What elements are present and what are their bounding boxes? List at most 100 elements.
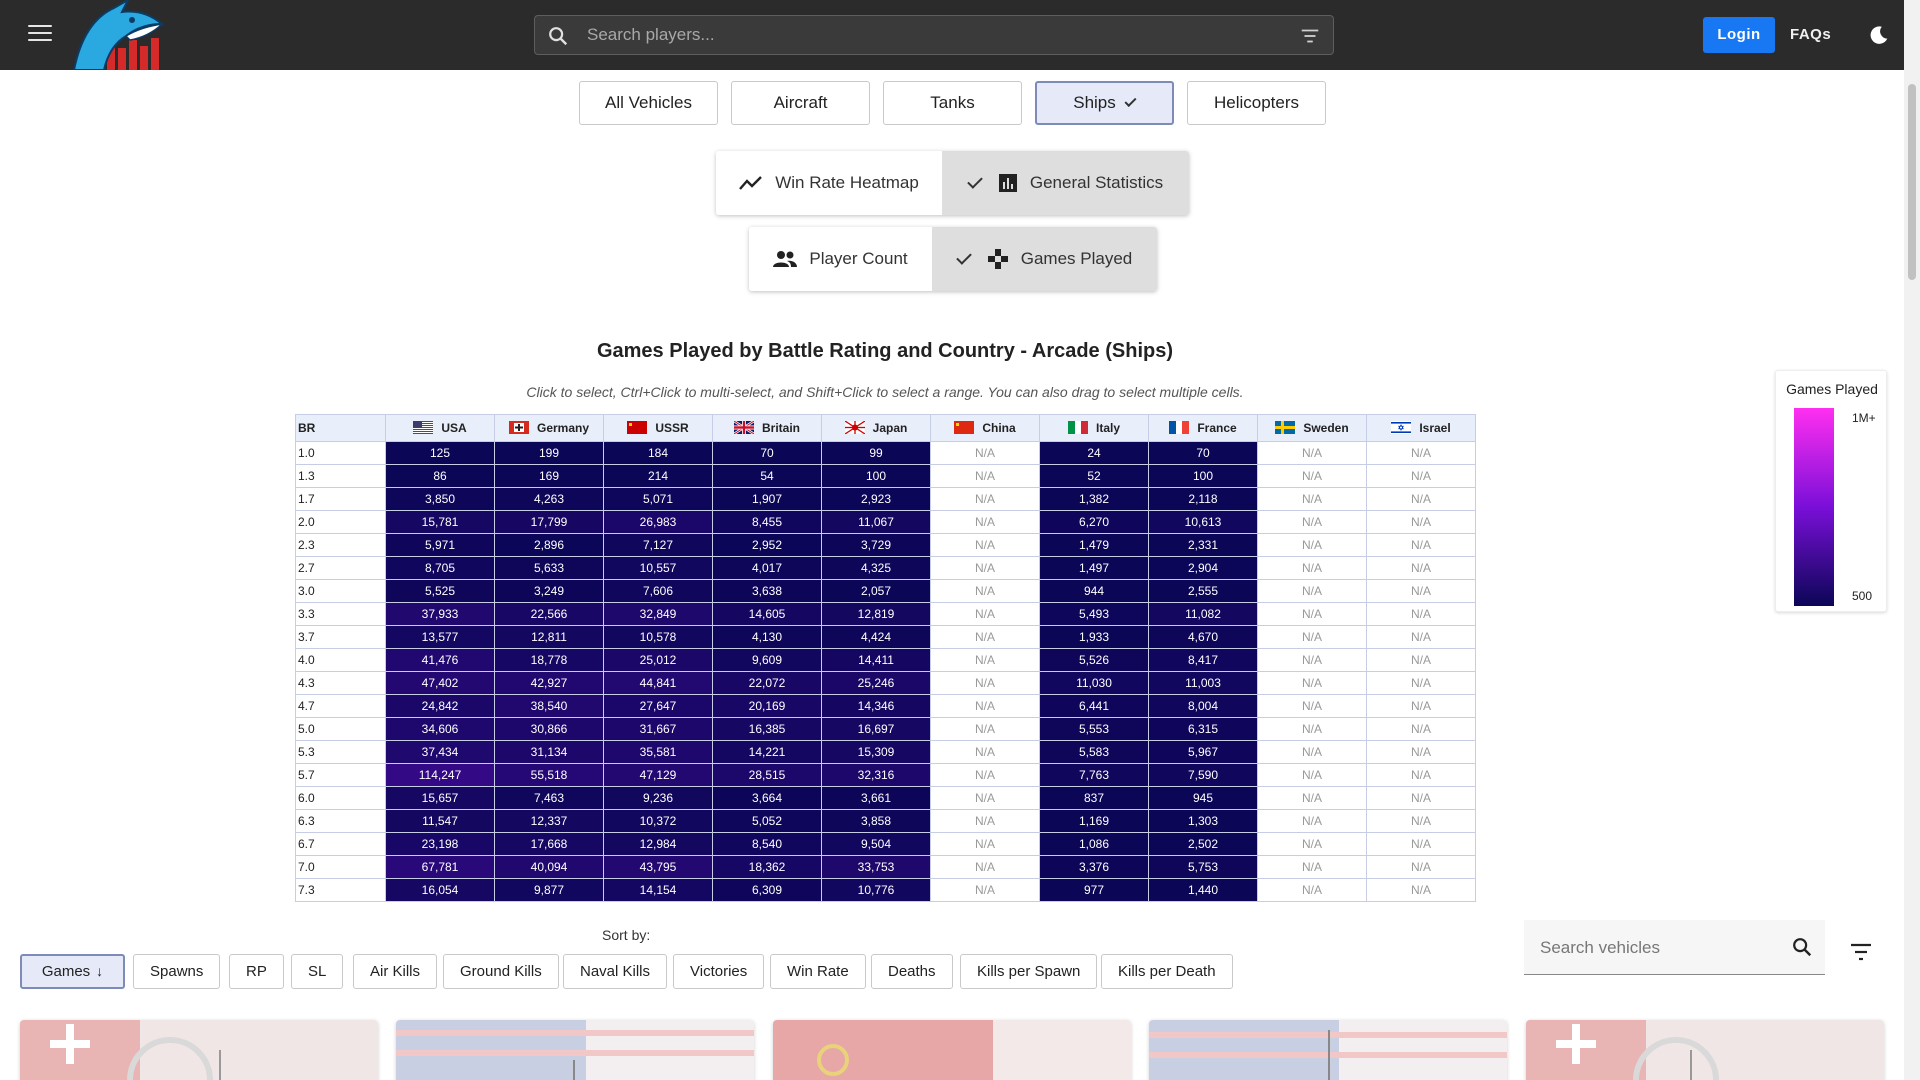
heatmap-cell[interactable]: 5,971 [385,533,495,557]
country-header-italy[interactable]: Italy [1039,414,1149,442]
heatmap-cell[interactable]: 10,776 [821,878,931,902]
heatmap-cell[interactable]: 28,515 [712,763,822,787]
win-rate-heatmap-toggle[interactable]: Win Rate Heatmap [716,151,942,215]
heatmap-cell[interactable]: 37,434 [385,740,495,764]
heatmap-cell[interactable]: N/A [930,441,1040,465]
heatmap-cell[interactable]: N/A [1366,602,1476,626]
heatmap-cell[interactable]: N/A [1257,786,1367,810]
heatmap-cell[interactable]: 10,557 [603,556,713,580]
heatmap-cell[interactable]: 54 [712,464,822,488]
heatmap-cell[interactable]: 1,086 [1039,832,1149,856]
heatmap-cell[interactable]: 16,697 [821,717,931,741]
sort-rp-button[interactable]: RP [229,954,284,989]
heatmap-cell[interactable]: 5,052 [712,809,822,833]
tab-all-vehicles[interactable]: All Vehicles [579,81,718,125]
vehicle-search-input[interactable]: Search vehicles [1540,920,1660,975]
heatmap-cell[interactable]: 55,518 [494,763,604,787]
heatmap-cell[interactable]: 9,236 [603,786,713,810]
heatmap-cell[interactable]: N/A [930,717,1040,741]
heatmap-cell[interactable]: 7,763 [1039,763,1149,787]
sort-kills-per-death-button[interactable]: Kills per Death [1101,954,1233,989]
tab-ships[interactable]: Ships [1035,81,1174,125]
heatmap-cell[interactable]: 1,497 [1039,556,1149,580]
heatmap-cell[interactable]: N/A [1257,763,1367,787]
heatmap-cell[interactable]: N/A [1257,809,1367,833]
heatmap-cell[interactable]: 47,402 [385,671,495,695]
heatmap-cell[interactable]: N/A [1366,579,1476,603]
heatmap-cell[interactable]: 11,003 [1148,671,1258,695]
heatmap-cell[interactable]: 4,130 [712,625,822,649]
tab-helicopters[interactable]: Helicopters [1187,81,1326,125]
heatmap-cell[interactable]: N/A [1366,556,1476,580]
sort-win-rate-button[interactable]: Win Rate [770,954,866,989]
heatmap-cell[interactable]: 944 [1039,579,1149,603]
heatmap-cell[interactable]: N/A [1257,648,1367,672]
heatmap-cell[interactable]: 25,246 [821,671,931,695]
heatmap-cell[interactable]: 1,479 [1039,533,1149,557]
heatmap-cell[interactable]: 17,799 [494,510,604,534]
heatmap-cell[interactable]: 11,030 [1039,671,1149,695]
heatmap-cell[interactable]: 5,493 [1039,602,1149,626]
heatmap-cell[interactable]: 3,638 [712,579,822,603]
heatmap-cell[interactable]: 14,346 [821,694,931,718]
heatmap-cell[interactable]: 8,705 [385,556,495,580]
heatmap-cell[interactable]: 2,118 [1148,487,1258,511]
country-header-israel[interactable]: Israel [1366,414,1476,442]
heatmap-cell[interactable]: N/A [1366,832,1476,856]
heatmap-cell[interactable]: 5,583 [1039,740,1149,764]
heatmap-cell[interactable]: N/A [930,832,1040,856]
heatmap-cell[interactable]: 25,012 [603,648,713,672]
heatmap-cell[interactable]: 17,668 [494,832,604,856]
heatmap-cell[interactable]: 7,606 [603,579,713,603]
heatmap-cell[interactable]: N/A [930,648,1040,672]
heatmap-cell[interactable]: 3,661 [821,786,931,810]
country-header-japan[interactable]: Japan [821,414,931,442]
filter-icon[interactable] [1299,26,1321,46]
heatmap-cell[interactable]: 23,198 [385,832,495,856]
heatmap-cell[interactable]: 1,303 [1148,809,1258,833]
vehicle-search-field[interactable]: Search vehicles [1524,920,1825,975]
heatmap-cell[interactable]: N/A [930,694,1040,718]
heatmap-cell[interactable]: 100 [1148,464,1258,488]
heatmap-cell[interactable]: 27,647 [603,694,713,718]
heatmap-cell[interactable]: 14,411 [821,648,931,672]
heatmap-cell[interactable]: 24 [1039,441,1149,465]
heatmap-cell[interactable]: 2,904 [1148,556,1258,580]
heatmap-cell[interactable]: 1,933 [1039,625,1149,649]
heatmap-cell[interactable]: 38,540 [494,694,604,718]
heatmap-cell[interactable]: 15,309 [821,740,931,764]
heatmap-cell[interactable]: 15,781 [385,510,495,534]
heatmap-cell[interactable]: 37,933 [385,602,495,626]
heatmap-cell[interactable]: N/A [1366,625,1476,649]
heatmap-cell[interactable]: 3,664 [712,786,822,810]
heatmap-cell[interactable]: 32,849 [603,602,713,626]
heatmap-cell[interactable]: N/A [1257,556,1367,580]
heatmap-cell[interactable]: 30,866 [494,717,604,741]
heatmap-cell[interactable]: 5,071 [603,487,713,511]
page-scrollbar[interactable] [1904,0,1920,1080]
heatmap-cell[interactable]: 2,502 [1148,832,1258,856]
heatmap-cell[interactable]: 8,540 [712,832,822,856]
heatmap-cell[interactable]: N/A [1257,717,1367,741]
heatmap-cell[interactable]: N/A [930,763,1040,787]
heatmap-cell[interactable]: N/A [1366,441,1476,465]
heatmap-cell[interactable]: 11,067 [821,510,931,534]
country-header-usa[interactable]: USA [385,414,495,442]
vehicle-card[interactable] [1526,1020,1884,1080]
heatmap-cell[interactable]: 9,609 [712,648,822,672]
heatmap-cell[interactable]: N/A [930,556,1040,580]
heatmap-cell[interactable]: 3,376 [1039,855,1149,879]
heatmap-cell[interactable]: 6,315 [1148,717,1258,741]
heatmap-cell[interactable]: 2,923 [821,487,931,511]
filter-icon[interactable] [1849,942,1873,962]
heatmap-cell[interactable]: 5,526 [1039,648,1149,672]
scrollbar-thumb[interactable] [1908,84,1916,280]
heatmap-cell[interactable]: N/A [930,533,1040,557]
heatmap-cell[interactable]: 47,129 [603,763,713,787]
heatmap-cell[interactable]: N/A [1257,510,1367,534]
vehicle-card[interactable] [773,1020,1131,1080]
heatmap-cell[interactable]: N/A [930,510,1040,534]
heatmap-cell[interactable]: 43,795 [603,855,713,879]
heatmap-cell[interactable]: 4,263 [494,487,604,511]
sort-air-kills-button[interactable]: Air Kills [353,954,438,989]
